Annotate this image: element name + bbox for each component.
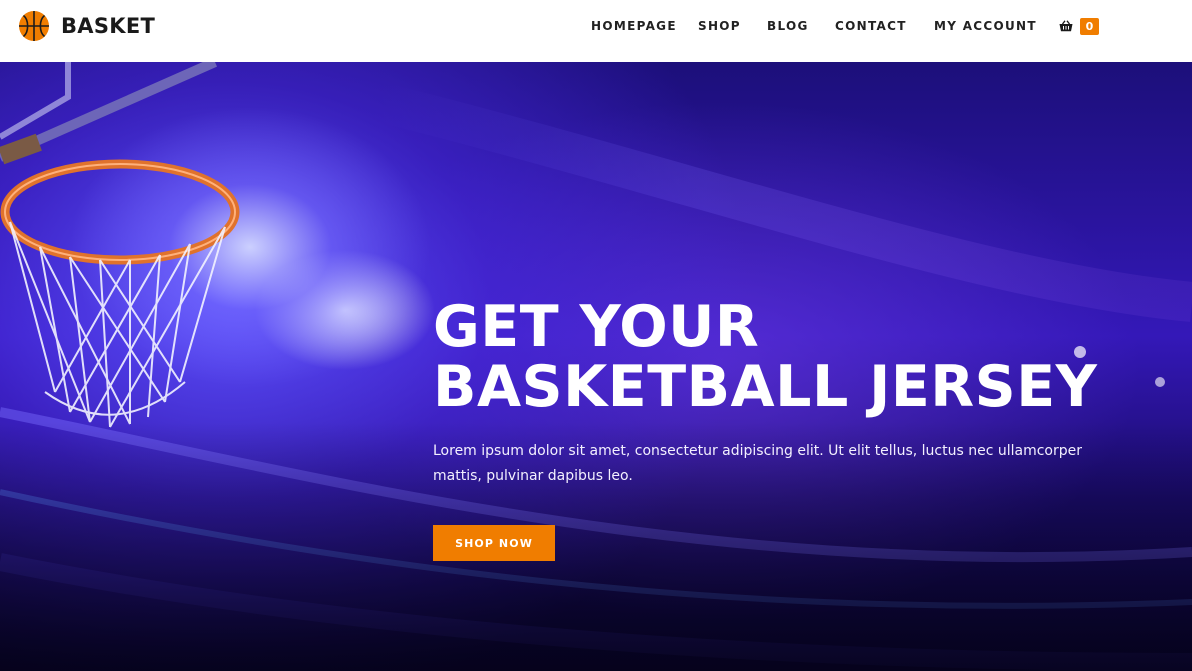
cart-count-badge: 0: [1080, 17, 1099, 35]
main-nav: HOMEPAGE SHOP BLOG CONTACT MY ACCOUNT 0: [0, 0, 1192, 52]
site-header: BASKET HOMEPAGE SHOP BLOG CONTACT MY ACC…: [0, 0, 1192, 62]
hero-description: Lorem ipsum dolor sit amet, consectetur …: [433, 443, 1082, 484]
hero-content: GET YOUR BASKETBALL JERSEY Lorem ipsum d…: [433, 297, 1153, 561]
nav-shop[interactable]: SHOP: [698, 19, 741, 33]
hero-banner: GET YOUR BASKETBALL JERSEY Lorem ipsum d…: [0, 62, 1192, 671]
nav-my-account[interactable]: MY ACCOUNT: [934, 19, 1037, 33]
hero-title-line-1: GET YOUR: [433, 294, 760, 360]
hero-title: GET YOUR BASKETBALL JERSEY: [433, 297, 1153, 417]
cart-button[interactable]: 0: [1059, 17, 1099, 35]
shop-now-button[interactable]: SHOP NOW: [433, 525, 555, 561]
hero-title-line-2: BASKETBALL JERSEY: [433, 354, 1098, 420]
nav-contact[interactable]: CONTACT: [835, 19, 907, 33]
nav-blog[interactable]: BLOG: [767, 19, 809, 33]
basket-icon: [1059, 20, 1073, 32]
nav-homepage[interactable]: HOMEPAGE: [591, 19, 677, 33]
